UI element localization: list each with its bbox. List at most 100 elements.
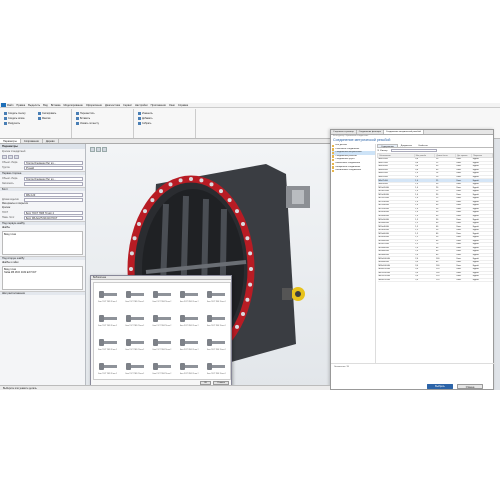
- bolt-thumbnail[interactable]: Болт ГОСТ 7805 70 исп 2: [203, 331, 230, 355]
- place-button[interactable]: Указать по месту: [76, 121, 99, 125]
- filter-label[interactable]: Фильтр: [380, 150, 387, 152]
- subtab-content[interactable]: Содержание: [377, 144, 398, 148]
- bolt-thumbnail[interactable]: Болт ГОСТ 7805 70 исп 2: [94, 331, 121, 355]
- select-button[interactable]: Выбрать: [427, 384, 453, 389]
- bolt-thumbnail[interactable]: Болт ГОСТ 7805 70 исп 2: [94, 355, 121, 379]
- bolt-thumbnail[interactable]: Болт ГОСТ 7805 70 исп 2: [203, 355, 230, 379]
- gear-hub: [295, 291, 301, 297]
- menu-insert[interactable]: Вставка: [51, 104, 61, 107]
- bolt-thumbnail[interactable]: Болт ГОСТ 7805 70 исп 2: [176, 307, 203, 331]
- orient-icon[interactable]: [90, 147, 95, 152]
- status-bar: Выберите или укажите деталь: [0, 385, 330, 390]
- place-icon: [76, 121, 79, 125]
- search-input[interactable]: [390, 148, 437, 153]
- insert-button[interactable]: Вставить: [76, 116, 90, 120]
- folder-icon: [332, 158, 335, 162]
- bolt-thumbnail[interactable]: Болт ГОСТ 7805 70 исп 2: [121, 355, 148, 379]
- tab-tree[interactable]: Дерево: [43, 139, 59, 143]
- fill-field[interactable]: [24, 181, 83, 186]
- group-field[interactable]: Ручной: [24, 165, 83, 170]
- flange-bolt-head: [150, 198, 155, 203]
- bolt-thumbnail[interactable]: Болт ГОСТ 7805 70 исп 2: [121, 307, 148, 331]
- cancel-library-button[interactable]: Отмена: [457, 384, 483, 389]
- cancel-icon[interactable]: [8, 155, 13, 159]
- subtab-properties[interactable]: Свойства: [415, 144, 431, 147]
- menu-select[interactable]: Выделить: [28, 104, 40, 107]
- bolt-thumbnail[interactable]: Болт ГОСТ 7805 70 исп 2: [148, 355, 175, 379]
- nut-item[interactable]: Гайка М6 ИСО 4032 ЕЗ ГОСТ: [4, 271, 81, 274]
- menu-service[interactable]: Сервис: [123, 104, 132, 107]
- table-cell: 120: [434, 278, 456, 283]
- object-field-2[interactable]: Группа Операции Нет ил...: [24, 176, 83, 181]
- table-row[interactable]: М48х120-6Н 3,0 120 Болт Бурый: [377, 278, 493, 283]
- bolt-thumbnail[interactable]: Болт ГОСТ 7805 70 исп 2: [94, 307, 121, 331]
- bolt-thumbnail[interactable]: Болт ГОСТ 7805 70 исп 2: [121, 331, 148, 355]
- create-copy-button[interactable]: Создать копию: [4, 116, 25, 120]
- bolt-caption: Болт ГОСТ 7805 70 исп 2: [98, 349, 117, 351]
- help-icon[interactable]: [14, 155, 19, 159]
- bolt-thumbnail[interactable]: Болт ГОСТ 7805 70 исп 2: [176, 283, 203, 307]
- nut-list[interactable]: Ввод точки Гайка М6 ИСО 4032 ЕЗ ГОСТ: [2, 266, 83, 290]
- bolt-header[interactable]: Болт: [0, 187, 85, 191]
- bolt-thumbnail[interactable]: Болт ГОСТ 7805 70 исп 2: [121, 283, 148, 307]
- library-dialog: Библиотека Болт ГОСТ 7805 70 исп 2 Болт Г…: [90, 275, 232, 388]
- bolt-thumbnail[interactable]: Болт ГОСТ 7805 70 исп 2: [176, 331, 203, 355]
- bolt-thumbnail[interactable]: Болт ГОСТ 7805 70 исп 2: [148, 283, 175, 307]
- menu-window[interactable]: Окно: [169, 104, 175, 107]
- create-link-button[interactable]: Создать ссылку: [4, 111, 26, 115]
- bolt-thumbnail[interactable]: Болт ГОСТ 7805 70 исп 2: [176, 355, 203, 379]
- modify-button[interactable]: Изменить: [138, 111, 153, 115]
- spacing-header[interactable]: Шаг расположения: [0, 291, 85, 295]
- menu-help[interactable]: Справка: [178, 104, 188, 107]
- first-washer-header[interactable]: Под первую шайбу: [0, 221, 85, 225]
- duplicate-button[interactable]: Скопировать: [38, 111, 56, 115]
- bolt-thumbnail[interactable]: Болт ГОСТ 7805 70 исп 2: [203, 283, 230, 307]
- menu-view[interactable]: Вид: [43, 104, 48, 107]
- bolt-icon: [98, 314, 117, 322]
- bolt-thumbnail[interactable]: Болт ГОСТ 7805 70 исп 2: [148, 307, 175, 331]
- bolt-thumbnail[interactable]: Болт ГОСТ 7805 70 исп 2: [203, 307, 230, 331]
- second-washer-header[interactable]: Под вторую шайбу: [0, 256, 85, 260]
- tree-item[interactable]: Шплинтовые соединения: [332, 169, 375, 173]
- assemble-button[interactable]: Собрать: [138, 121, 151, 125]
- washer-list[interactable]: Ввод точки: [2, 231, 83, 255]
- bolt-thumbnail[interactable]: Болт ГОСТ 7805 70 исп 2: [94, 283, 121, 307]
- apply-icon[interactable]: [2, 155, 7, 159]
- gost-field[interactable]: Болт ГОСТ 7805 70 исп 2: [24, 210, 83, 215]
- array-button[interactable]: Массив: [38, 116, 50, 120]
- bolt-size-field[interactable]: М6х 120: [24, 192, 83, 197]
- move-button[interactable]: Переместить: [76, 111, 95, 115]
- filter-icon[interactable]: ▼: [377, 150, 379, 152]
- menu-design[interactable]: Оформление: [86, 104, 102, 107]
- subtab-documents[interactable]: Документы: [398, 144, 415, 147]
- length-field[interactable]: [24, 197, 83, 202]
- nut-label: Нижн. болт: [2, 216, 15, 219]
- object-field[interactable]: Группа Операции Нет ил...: [24, 160, 83, 165]
- tab-start-page[interactable]: Стартовая страница: [331, 130, 357, 134]
- pan-icon[interactable]: [102, 147, 107, 152]
- folder-icon: [332, 148, 335, 151]
- menu-diagnostics[interactable]: Диагностика: [105, 104, 120, 107]
- tab-flange-connection[interactable]: Соединение фланцев: [357, 130, 384, 134]
- break-button[interactable]: Разрушить: [4, 121, 20, 125]
- tab-mates[interactable]: Сопряжения: [21, 139, 43, 143]
- menu-modeling[interactable]: Моделирование: [63, 104, 82, 107]
- bolt-icon: [125, 362, 144, 370]
- add-button[interactable]: Добавить: [138, 116, 153, 120]
- bolt-icon: [207, 290, 226, 298]
- bolt-caption: Болт ГОСТ 7805 70 исп 2: [125, 301, 145, 303]
- nut-field[interactable]: Болт М6-6gx75.66.019 ГОСТ: [24, 215, 83, 220]
- fill-row: Заполнить: [2, 181, 83, 186]
- menu-settings[interactable]: Настройки: [135, 104, 148, 107]
- panel-subtitle: Крепеж стандартный: [2, 150, 26, 153]
- menu-edit[interactable]: Правка: [16, 104, 25, 107]
- zoom-icon[interactable]: [96, 147, 101, 152]
- flange-bolt-head: [143, 209, 147, 214]
- tab-parameters[interactable]: Параметры: [0, 139, 21, 143]
- bolt-caption: Болт ГОСТ 7805 70 исп 2: [207, 349, 226, 351]
- menu-apps[interactable]: Приложения: [151, 104, 166, 107]
- bolt-thumbnail[interactable]: Болт ГОСТ 7805 70 исп 2: [148, 331, 175, 355]
- first-side-header[interactable]: Первая сторона: [0, 171, 85, 175]
- tab-metric-thread[interactable]: Соединение метрической резьбой: [383, 130, 424, 134]
- menu-file[interactable]: Файл: [7, 104, 13, 107]
